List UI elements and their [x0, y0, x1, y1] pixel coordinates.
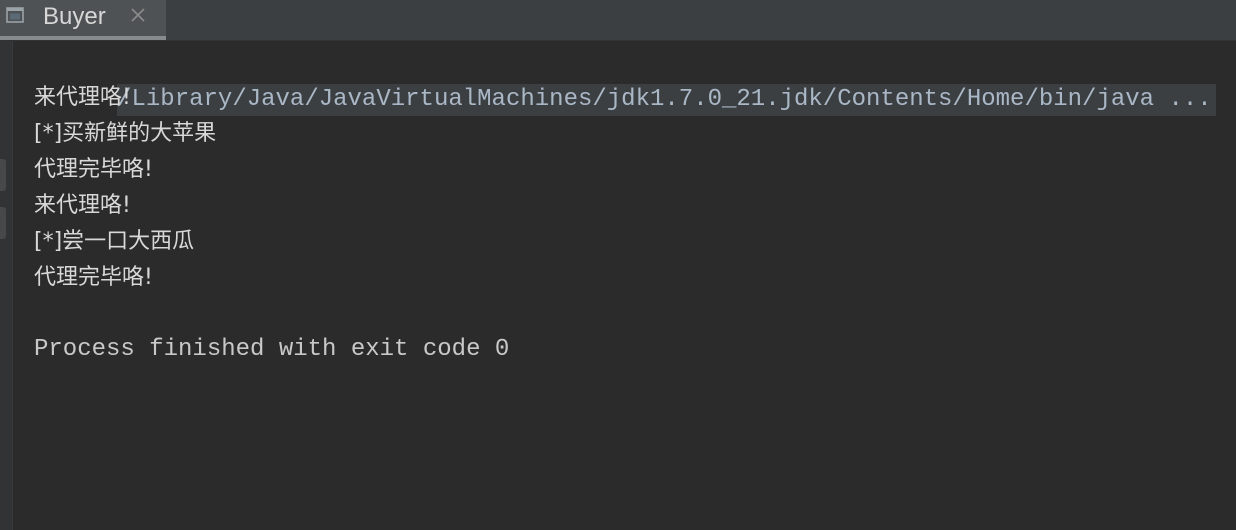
output-line: [*]买新鲜的大苹果 [34, 121, 217, 146]
console-window-icon [6, 6, 24, 24]
tab-title: Buyer [43, 3, 106, 30]
gutter-handle-lower[interactable] [0, 207, 6, 239]
tab-bar: Buyer [0, 0, 1236, 41]
gutter-handle-upper[interactable] [0, 159, 6, 191]
console-gutter [0, 41, 13, 530]
tab-buyer[interactable]: Buyer [0, 0, 166, 40]
output-line: [*]尝一口大西瓜 [34, 229, 195, 254]
command-text: /Library/Java/JavaVirtualMachines/jdk1.7… [117, 84, 1216, 116]
close-icon[interactable] [128, 5, 148, 25]
console-output[interactable]: /Library/Java/JavaVirtualMachines/jdk1.7… [34, 44, 1236, 530]
run-console-window: Buyer /Library/Java/JavaVirtualMachines/… [0, 0, 1236, 530]
command-line: /Library/Java/JavaVirtualMachines/jdk1.7… [34, 44, 1236, 116]
exit-message: Process finished with exit code 0 [34, 336, 510, 363]
output-line: 代理完毕咯! [34, 265, 153, 290]
active-tab-indicator [0, 36, 166, 40]
output-line: 来代理咯! [34, 193, 131, 218]
output-line: 代理完毕咯! [34, 157, 153, 182]
